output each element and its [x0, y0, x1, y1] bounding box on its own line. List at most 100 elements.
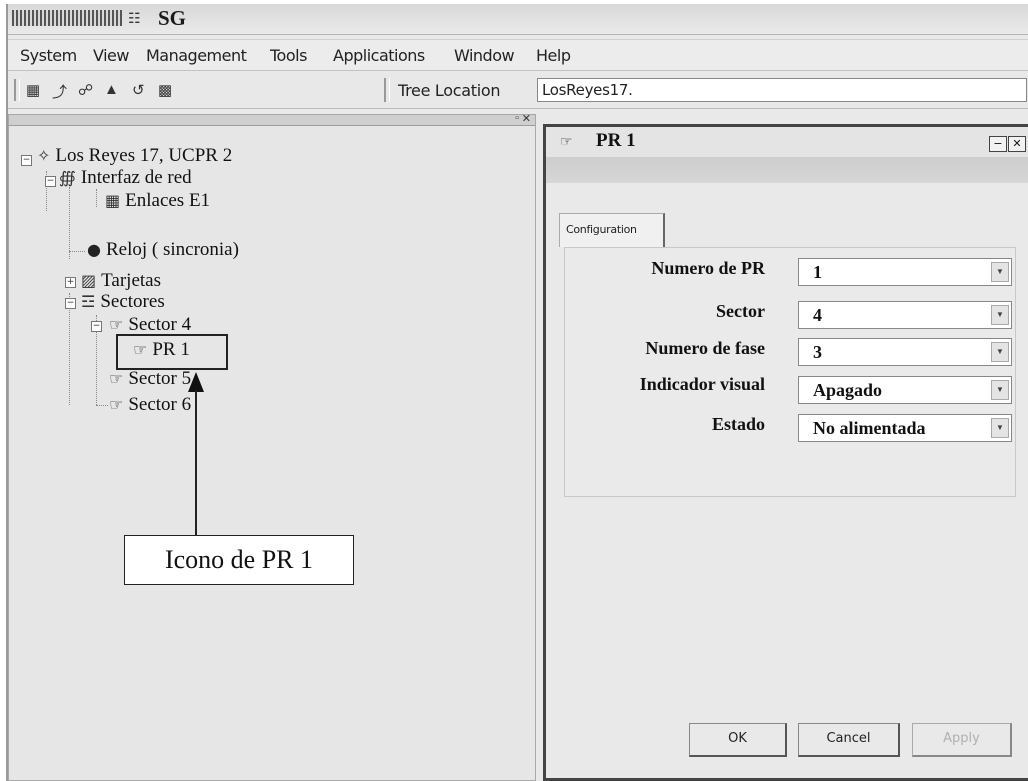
apply-button[interactable]: Apply — [912, 723, 1012, 757]
indicador-visual-value: Apagado — [813, 380, 883, 400]
sector-icon: ☞ — [109, 369, 124, 388]
window-title: SG — [158, 6, 187, 30]
tree-connector — [69, 187, 70, 259]
tree-node-sector-6[interactable]: ☞ Sector 6 — [109, 394, 191, 416]
tree-connector — [69, 293, 70, 405]
dialog-title: PR 1 — [596, 130, 636, 151]
dialog-window-controls: − ✕ — [988, 134, 1026, 152]
tree-panel-header: ▫ ✕ — [9, 112, 535, 126]
tree-node-label: Interfaz de red — [80, 167, 192, 188]
dialog-close-button[interactable]: ✕ — [1008, 136, 1026, 152]
tree-node-label: Los Reyes 17, UCPR 2 — [55, 145, 233, 166]
menu-bar: System View Management Tools Application… — [8, 39, 1028, 71]
menu-management[interactable]: Management — [146, 46, 247, 65]
tree-collapse-toggle[interactable]: − — [91, 321, 102, 332]
toolbar-grip — [14, 79, 20, 101]
tree-node-label: Sector 6 — [128, 394, 192, 415]
tree-node-label: Sector 5 — [128, 368, 192, 389]
tree-collapse-toggle[interactable]: − — [45, 176, 56, 187]
configuration-panel: Numero de PR 1 ▼ Sector 4 ▼ Numero de fa… — [564, 247, 1016, 497]
annotation-arrow-line — [195, 390, 197, 536]
network-interface-icon: ∰ — [59, 168, 76, 187]
sector-icon: ☞ — [109, 395, 124, 414]
tree-node-reloj[interactable]: ● Reloj ( sincronia) — [87, 239, 239, 261]
chevron-down-icon[interactable]: ▼ — [991, 380, 1009, 400]
text-tool-icon[interactable]: ⤴ — [52, 81, 67, 102]
numero-fase-select[interactable]: 3 ▼ — [798, 338, 1012, 366]
dialog-minimize-button[interactable]: − — [989, 136, 1007, 152]
grid-tool-icon[interactable]: ▩ — [158, 81, 172, 99]
links-icon: ▦ — [105, 191, 121, 210]
tree-node-sector-4[interactable]: ☞ Sector 4 — [109, 314, 191, 336]
tree-node-enlaces[interactable]: ▦ Enlaces E1 — [105, 190, 210, 212]
field-label-estado: Estado — [711, 414, 765, 434]
menu-window[interactable]: Window — [454, 46, 515, 65]
estado-select[interactable]: No alimentada ▼ — [798, 414, 1012, 442]
toolbar: ▦ ⤴ ☍ ▲ ↺ ▩ Tree Location LosReyes17. — [8, 74, 1028, 109]
refresh-tool-icon[interactable]: ↺ — [132, 81, 145, 99]
tree-node-label: Reloj ( sincronia) — [105, 239, 239, 260]
field-label-numero-pr: Numero de PR — [651, 258, 765, 278]
app-window: ☷ SG System View Management Tools Applic… — [6, 4, 1028, 781]
tree-location-label: Tree Location — [398, 81, 501, 100]
controller-icon: ✧ — [37, 146, 51, 165]
panel-minimize-icon[interactable]: ▫ — [515, 112, 519, 124]
network-tool-icon[interactable]: ▦ — [26, 81, 40, 99]
menu-applications[interactable]: Applications — [333, 46, 425, 65]
menu-system[interactable]: System — [20, 46, 77, 65]
app-icon: ☷ — [128, 10, 141, 26]
sector-value: 4 — [813, 305, 822, 325]
clock-dot-icon: ● — [87, 240, 101, 259]
tree-collapse-toggle[interactable]: − — [65, 298, 76, 309]
dialog-header-band — [546, 157, 1028, 183]
indicador-visual-select[interactable]: Apagado ▼ — [798, 376, 1012, 404]
tree-node-label: Tarjetas — [101, 270, 161, 291]
estado-value: No alimentada — [813, 418, 926, 438]
field-label-sector: Sector — [716, 301, 765, 321]
field-label-indicador-visual: Indicador visual — [639, 374, 765, 394]
chevron-down-icon[interactable]: ▼ — [991, 305, 1009, 325]
menu-help[interactable]: Help — [536, 46, 571, 65]
sector-icon: ☞ — [109, 315, 124, 334]
sector-select[interactable]: 4 ▼ — [798, 301, 1012, 329]
tree-node-label: Enlaces E1 — [125, 190, 211, 211]
chevron-down-icon[interactable]: ▼ — [991, 262, 1009, 282]
menu-view[interactable]: View — [93, 46, 129, 65]
menu-tools[interactable]: Tools — [270, 46, 307, 65]
pr-icon: ☞ — [560, 133, 573, 149]
chevron-down-icon[interactable]: ▼ — [991, 418, 1009, 438]
group-tool-icon[interactable]: ▲ — [104, 81, 119, 98]
tree-location-field[interactable]: LosReyes17. — [537, 78, 1027, 102]
pr-dialog: ☞ PR 1 − ✕ Configuration Numero de PR 1 ▼… — [543, 124, 1028, 781]
ok-button[interactable]: OK — [689, 723, 787, 757]
tree-connector — [96, 405, 108, 406]
chevron-down-icon[interactable]: ▼ — [991, 342, 1009, 362]
tab-configuration[interactable]: Configuration — [559, 213, 665, 247]
numero-fase-value: 3 — [813, 342, 822, 362]
cards-icon: ▨ — [81, 271, 97, 290]
numero-pr-value: 1 — [813, 262, 822, 282]
field-label-numero-fase: Numero de fase — [645, 338, 765, 358]
tree-node-sector-5[interactable]: ☞ Sector 5 — [109, 368, 191, 390]
title-bar-grip — [12, 10, 122, 26]
connect-tool-icon[interactable]: ☍ — [78, 81, 93, 99]
cancel-button[interactable]: Cancel — [798, 723, 900, 757]
tree-expand-toggle[interactable]: + — [65, 277, 76, 288]
toolbar-separator — [384, 78, 390, 102]
tree-panel: ▫ ✕ − − + − − ✧ Los Reyes 17, UCPR 2 ∰ Int… — [8, 112, 536, 781]
tree-node-label: Sectores — [100, 291, 165, 312]
tree-connector — [69, 251, 85, 252]
tree-node-label: Sector 4 — [128, 314, 192, 335]
tree-node-sectores[interactable]: ☲ Sectores — [81, 291, 165, 313]
tree-node-interfaz[interactable]: ∰ Interfaz de red — [59, 167, 192, 189]
annotation-arrowhead — [188, 372, 204, 392]
pr-icon-highlight — [116, 334, 228, 370]
tree-node-tarjetas[interactable]: ▨ Tarjetas — [81, 270, 161, 292]
tree-connector — [96, 189, 97, 207]
sectors-icon: ☲ — [81, 292, 96, 311]
title-bar: ☷ SG — [8, 4, 1028, 35]
panel-close-icon[interactable]: ✕ — [522, 112, 531, 125]
numero-pr-select[interactable]: 1 ▼ — [798, 258, 1012, 286]
tree-collapse-toggle[interactable]: − — [21, 155, 32, 166]
tree-node-root[interactable]: ✧ Los Reyes 17, UCPR 2 — [37, 145, 232, 167]
